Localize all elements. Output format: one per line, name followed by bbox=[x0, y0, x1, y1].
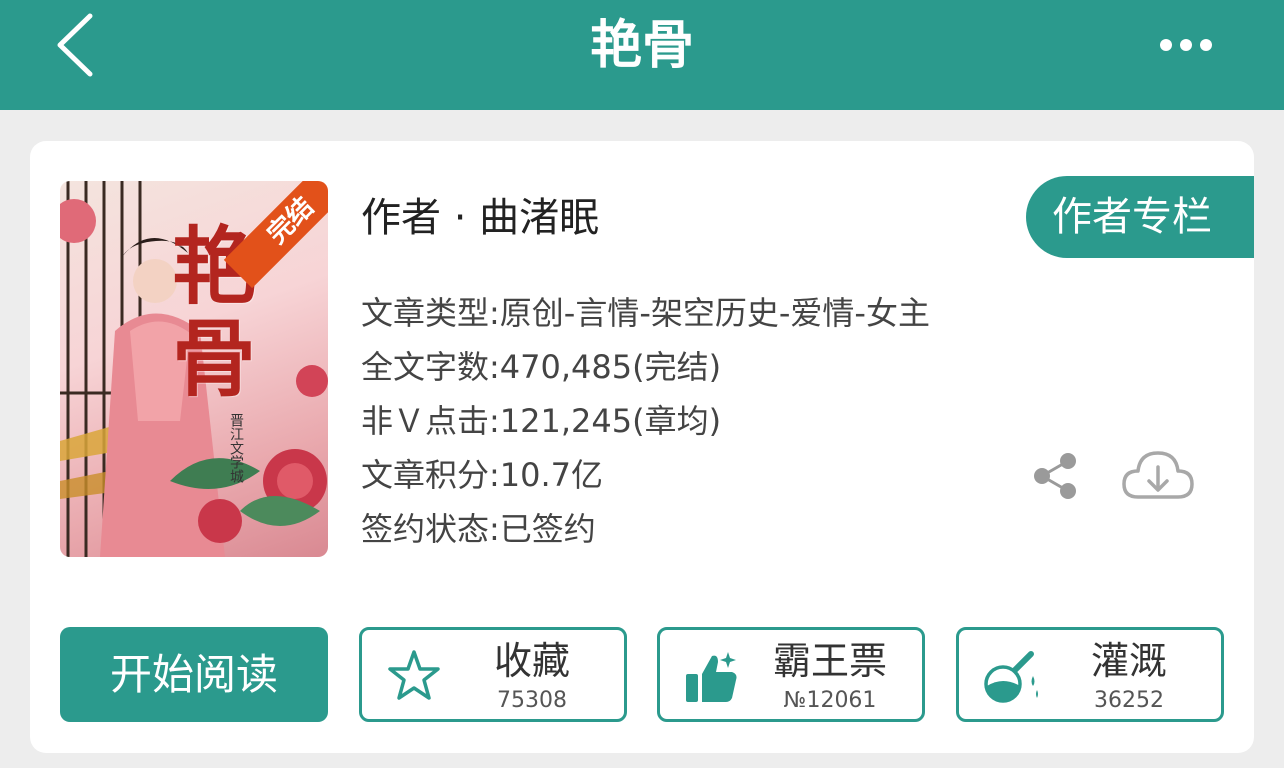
meta-contract: 签约状态:已签约 bbox=[361, 510, 596, 548]
irrigate-count: 36252 bbox=[1094, 688, 1164, 713]
overlord-ticket-button[interactable]: 霸王票 №12061 bbox=[657, 627, 925, 722]
book-info-card: 艳骨 晋江文学城 完结 作者 · 曲渚眠 作者专栏 文章类型:原创-言情-架空历… bbox=[30, 141, 1254, 753]
meta-word-count: 全文字数:470,485(完结) bbox=[361, 348, 722, 386]
thumbs-up-icon bbox=[686, 652, 737, 702]
star-icon bbox=[388, 650, 440, 700]
book-cover[interactable]: 艳骨 晋江文学城 完结 bbox=[60, 181, 328, 557]
top-navigation-bar: 艳骨 bbox=[0, 0, 1284, 110]
download-button[interactable] bbox=[1120, 447, 1196, 507]
more-button[interactable] bbox=[1156, 30, 1216, 60]
book-meta: 文章类型:原创-言情-架空历史-爱情-女主 全文字数:470,485(完结) 非… bbox=[361, 286, 930, 556]
share-button[interactable] bbox=[1030, 451, 1080, 501]
meta-clicks: 非Ｖ点击:121,245(章均) bbox=[361, 402, 722, 440]
more-horizontal-icon bbox=[1160, 39, 1212, 51]
start-reading-button[interactable]: 开始阅读 bbox=[60, 627, 328, 722]
share-icon bbox=[1034, 453, 1076, 499]
favorite-label: 收藏 bbox=[493, 639, 570, 683]
meta-genre: 文章类型:原创-言情-架空历史-爱情-女主 bbox=[361, 294, 930, 332]
overlord-ticket-label: 霸王票 bbox=[772, 639, 887, 683]
flask-icon bbox=[984, 651, 1038, 703]
irrigate-button[interactable]: 灌溉 36252 bbox=[956, 627, 1224, 722]
irrigate-label: 灌溉 bbox=[1090, 639, 1167, 683]
cover-publisher: 晋江文学城 bbox=[228, 413, 244, 483]
meta-score: 文章积分:10.7亿 bbox=[361, 456, 604, 494]
favorite-button[interactable]: 收藏 75308 bbox=[359, 627, 627, 722]
author-column-button[interactable]: 作者专栏 bbox=[1026, 176, 1254, 258]
overlord-ticket-count: №12061 bbox=[783, 688, 877, 713]
favorite-count: 75308 bbox=[497, 688, 567, 713]
page-title: 艳骨 bbox=[589, 16, 694, 76]
author-line[interactable]: 作者 · 曲渚眠 bbox=[361, 191, 599, 245]
cloud-download-icon bbox=[1122, 451, 1194, 499]
